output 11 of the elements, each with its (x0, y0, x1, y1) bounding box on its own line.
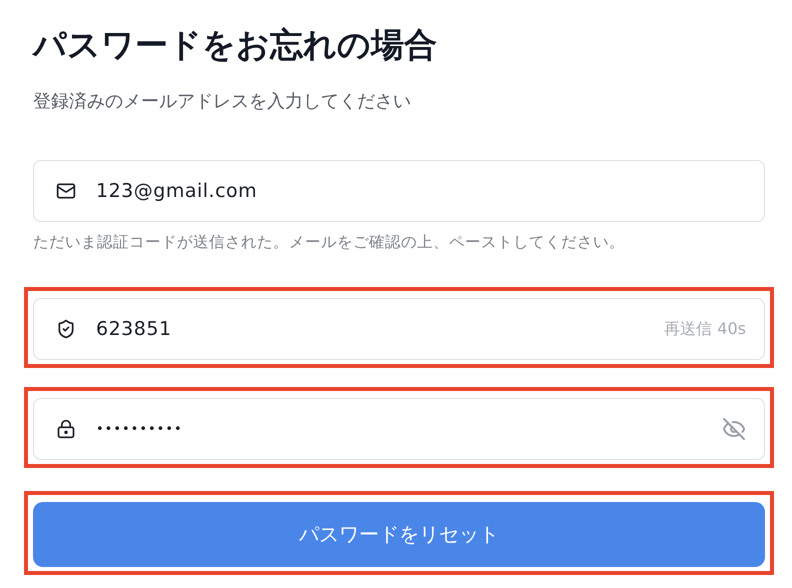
lock-icon (56, 419, 76, 439)
eye-off-icon[interactable] (722, 417, 746, 441)
shield-check-icon (56, 319, 76, 339)
password-field[interactable]: •••••••••• (33, 398, 765, 460)
email-field[interactable]: 123@gmail.com (33, 160, 765, 222)
mail-icon (56, 181, 76, 201)
hint-text: ただいま認証コードが送信された。メールをご確認の上、ペーストしてください。 (33, 232, 626, 253)
subtitle: 登録済みのメールアドレスを入力してください (33, 90, 412, 114)
reset-password-button[interactable]: パスワードをリセット (33, 502, 765, 567)
page-title: パスワードをお忘れの場合 (33, 24, 438, 66)
code-field[interactable]: 623851 再送信 40s (33, 298, 765, 360)
